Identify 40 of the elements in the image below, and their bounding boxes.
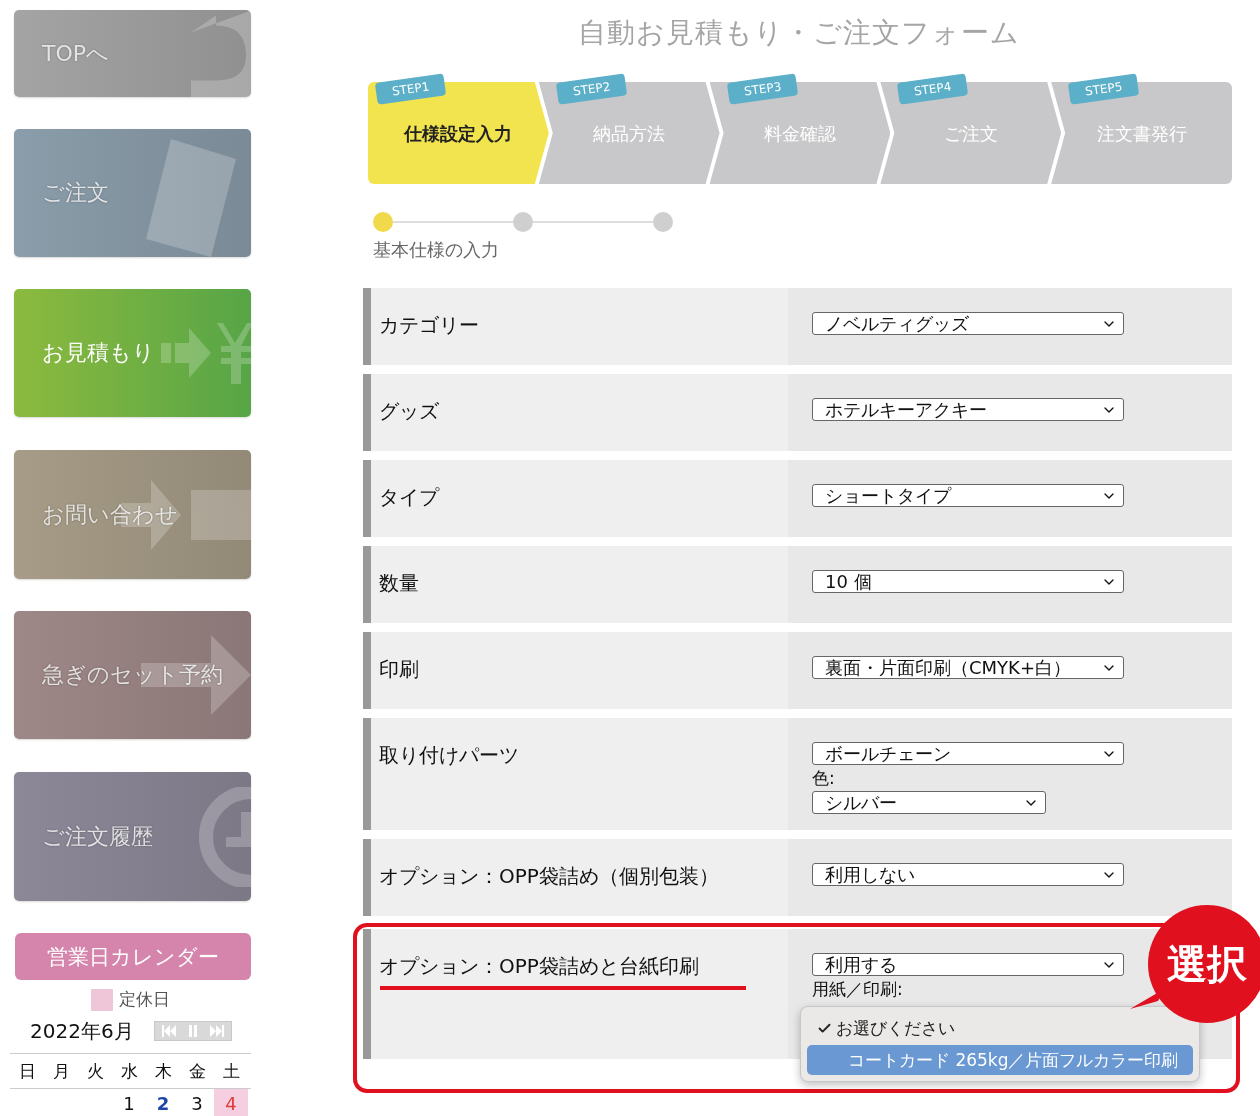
skip-back-icon — [160, 1025, 177, 1037]
calendar-title: 営業日カレンダー — [15, 933, 251, 980]
select-field[interactable]: 利用する — [812, 953, 1124, 976]
select-field[interactable]: ボールチェーン — [812, 742, 1124, 765]
select-field[interactable]: ホテルキーアクキー — [812, 398, 1124, 421]
weekday-label: 日 — [17, 1059, 37, 1083]
calendar-day: 3 — [180, 1089, 214, 1116]
field-label: タイプ — [378, 484, 439, 511]
weekday-label: 土 — [221, 1059, 241, 1083]
field-label: 数量 — [378, 570, 419, 597]
field-label: 印刷 — [378, 656, 419, 683]
field-caption: 用紙／印刷: — [812, 978, 903, 1000]
field-label: グッズ — [378, 398, 439, 425]
field-label: オプション：OPP袋詰め（個別包装） — [378, 863, 719, 890]
calendar-day: 4 — [214, 1089, 248, 1116]
page-title: 自動お見積もり・ご注文フォーム — [577, 15, 1020, 51]
field-label: 取り付けパーツ — [378, 742, 519, 769]
weekday-label: 木 — [153, 1059, 173, 1083]
weekday-label: 金 — [187, 1059, 207, 1083]
field-label: カテゴリー — [378, 312, 479, 339]
weekday-label: 水 — [119, 1059, 139, 1083]
weekday-label: 火 — [85, 1059, 105, 1083]
calendar-day: 1 — [112, 1089, 146, 1116]
select-field[interactable]: 10 個 — [812, 570, 1124, 593]
skip-forward-icon — [208, 1025, 225, 1037]
pause-icon — [188, 1025, 197, 1037]
field-caption: 色: — [812, 767, 835, 789]
select-field[interactable]: ノベルティグッズ — [812, 312, 1124, 335]
weekday-label: 月 — [51, 1059, 71, 1083]
progress-label: 基本仕様の入力 — [373, 238, 500, 262]
select-field[interactable]: 裏面・片面印刷（CMYK+白） — [812, 656, 1124, 679]
calendar-day: 2 — [146, 1089, 180, 1116]
field-label: オプション：OPP袋詰めと台紙印刷 — [378, 953, 699, 980]
holiday-swatch — [91, 988, 113, 1011]
callout-bubble: 選択 — [1148, 905, 1260, 1023]
calendar-month: 2022年6月 — [30, 1017, 134, 1045]
legend-text: 定休日 — [119, 988, 170, 1011]
select-field[interactable]: 利用しない — [812, 863, 1124, 886]
select-field[interactable]: ショートタイプ — [812, 484, 1124, 507]
select-field[interactable]: シルバー — [812, 791, 1046, 814]
